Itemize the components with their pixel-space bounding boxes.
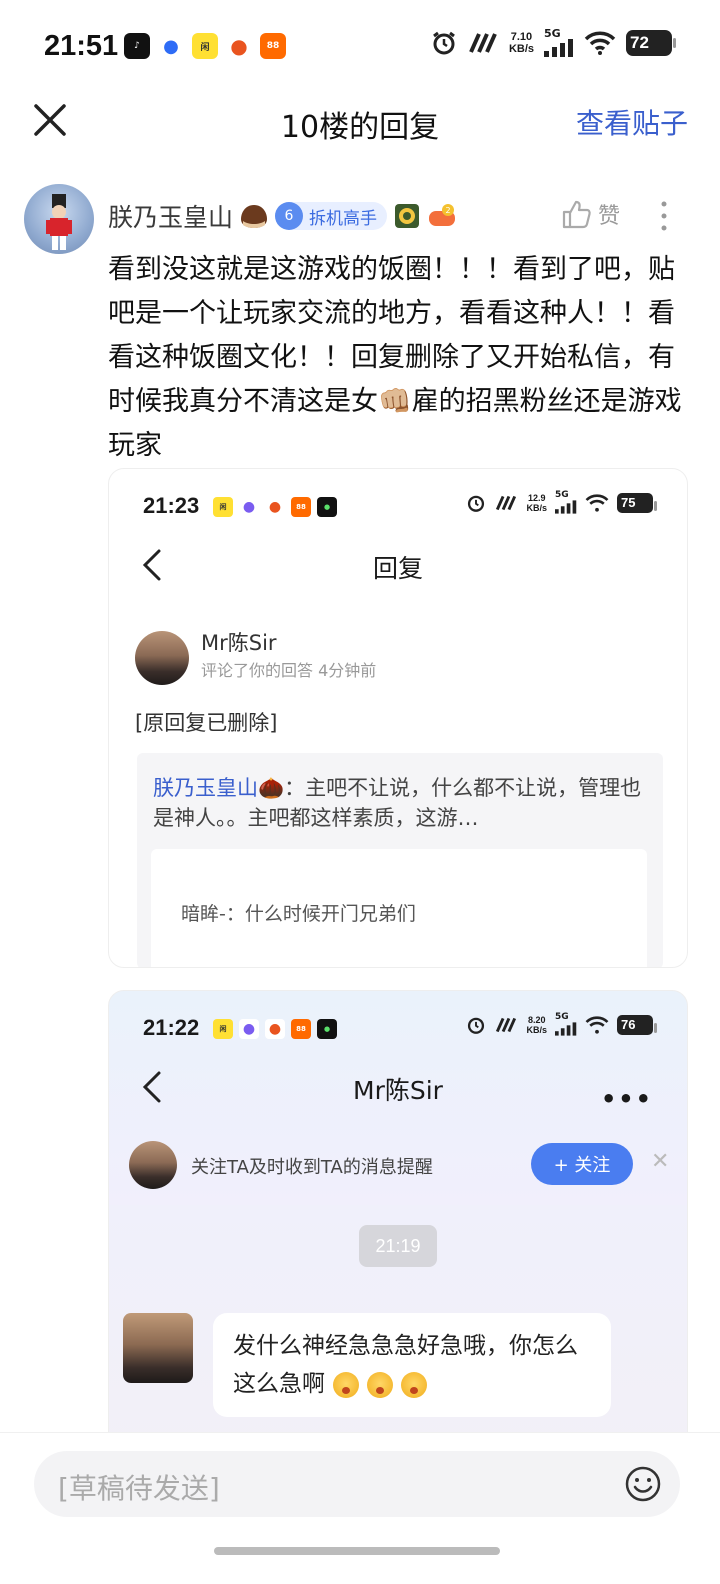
draft-placeholder: [草稿待发送] [58,1472,220,1505]
level-badge[interactable]: 6 拆机高手 [275,202,388,230]
nested-reply: 暗眸-：什么时候开门兄弟们 [151,849,647,967]
wifi-icon [585,1015,609,1034]
taobao-icon: 88 [291,1019,311,1039]
quoted-comment: 朕乃玉皇山🌰：主吧不让说，什么都不让说，管理也是神人。。主吧都这样素质，这游… … [137,753,663,967]
author-name[interactable]: 朕乃玉皇山 [108,198,233,234]
net-speed: 12.9 [527,492,546,503]
surprised-face-icon [367,1371,393,1398]
commenter-name: Mr陈Sir [201,631,277,655]
more-options-icon[interactable] [654,198,674,234]
signal-icon [555,1022,577,1036]
author-row: 朕乃玉皇山 6 拆机高手 2 [108,198,457,234]
image2-status-time: 21:22 [143,1015,200,1040]
more-options-icon: ••• [600,1085,653,1113]
status-bar: 21:51 ♪ ● 闲 ● 88 7.10 KB/s 5G 72 [0,0,720,96]
sender-avatar [123,1313,193,1383]
battery-indicator: 76 [617,1014,657,1035]
net-speed-unit: KB/s [526,502,547,513]
status-time: 21:51 [44,30,119,62]
nfc-icon [496,1017,517,1032]
net-speed-unit: KB/s [508,42,534,55]
emoji-icon[interactable] [624,1465,662,1503]
xianyu-icon: 闲 [192,33,218,59]
game-icon: ● [317,497,337,517]
nfc-icon [469,32,497,53]
follow-prompt: 关注TA及时收到TA的消息提醒 [191,1157,433,1178]
level-title: 拆机高手 [309,208,378,229]
follow-banner: 关注TA及时收到TA的消息提醒 + 关注 ✕ [109,1139,687,1205]
net-speed: 7.10 [510,30,533,43]
wifi-icon [585,493,609,512]
chestnut-icon [241,205,268,228]
deleted-reply-notice: [原回复已删除] [135,711,278,735]
signal-indicator: 5G [544,28,574,57]
tomato-icon: ● [265,1019,285,1039]
message-bubble: 发什么神经急急急好急哦，你怎么这么急啊 [213,1313,611,1417]
battery-indicator: 72 [626,29,676,56]
wifi-icon [584,31,616,55]
taobao-icon: 88 [291,497,311,517]
net-speed: 8.20 [527,1014,546,1025]
status-indicators: 7.10 KB/s 5G 72 [431,28,676,57]
alarm-icon [468,1017,485,1034]
reply-bar: [草稿待发送] [0,1432,720,1584]
medal-icon[interactable] [393,202,421,230]
like-button[interactable]: 赞 [560,198,620,230]
like-label: 赞 [598,204,621,229]
soul-icon: ● [239,497,259,517]
message-timestamp: 21:19 [359,1225,437,1267]
svg-text:2: 2 [446,206,451,215]
signal-indicator: 5G [555,491,577,514]
attached-image-1[interactable]: 21:23 闲 ● ● 88 ● 12.9 KB/s 5G 75 回复 Mr陈Si… [108,468,688,968]
gamepad-icon[interactable]: 2 [427,202,457,230]
image1-title: 回复 [372,554,423,583]
surprised-face-icon [333,1371,359,1398]
nfc-icon [496,495,517,510]
level-number: 6 [275,202,304,230]
close-icon: ✕ [651,1149,670,1174]
signal-indicator: 5G [555,1013,577,1036]
thumbs-up-icon [562,200,591,229]
commenter-avatar [135,631,189,685]
follow-button: + 关注 [531,1143,633,1185]
status-app-icons: ♪ ● 闲 ● 88 [124,33,286,59]
taobao-icon: 88 [260,33,286,59]
tomato-icon: ● [265,497,285,517]
alarm-icon [468,495,485,512]
nutcracker-avatar-icon [46,194,72,250]
baidu-icon: ● [158,33,184,59]
comment-meta: 评论了你的回答 4分钟前 [201,661,377,680]
signal-icon [555,500,577,514]
surprised-face-icon [401,1371,427,1398]
avatar[interactable] [24,184,94,254]
post-content: 看到没这就是这游戏的饭圈！！！看到了吧，贴吧是一个让玩家交流的地方，看看这种人！… [108,254,682,461]
reply-input[interactable]: [草稿待发送] [34,1451,680,1517]
attached-image-2[interactable]: 21:22 闲 ● ● 88 ● 8.20 KB/s 5G 76 Mr陈Sir •… [108,990,688,1450]
tiktok-icon: ♪ [124,33,150,59]
top-nav: 10楼的回复 查看贴子 [0,96,720,145]
avatar [129,1141,177,1189]
nested-reply-text: 暗眸-：什么时候开门兄弟们 [181,903,416,925]
xianyu-icon: 闲 [213,1019,233,1039]
home-indicator[interactable] [214,1547,500,1555]
image1-status-time: 21:23 [143,493,200,518]
net-speed-unit: KB/s [526,1024,547,1035]
signal-icon [544,39,573,57]
soul-icon: ● [239,1019,259,1039]
view-post-link[interactable]: 查看贴子 [576,102,688,142]
xianyu-icon: 闲 [213,497,233,517]
game-icon: ● [317,1019,337,1039]
quoted-author: 朕乃玉皇山🌰 [153,776,285,800]
battery-indicator: 75 [617,492,657,513]
alarm-icon [433,31,455,54]
tomato-icon: ● [226,33,252,59]
